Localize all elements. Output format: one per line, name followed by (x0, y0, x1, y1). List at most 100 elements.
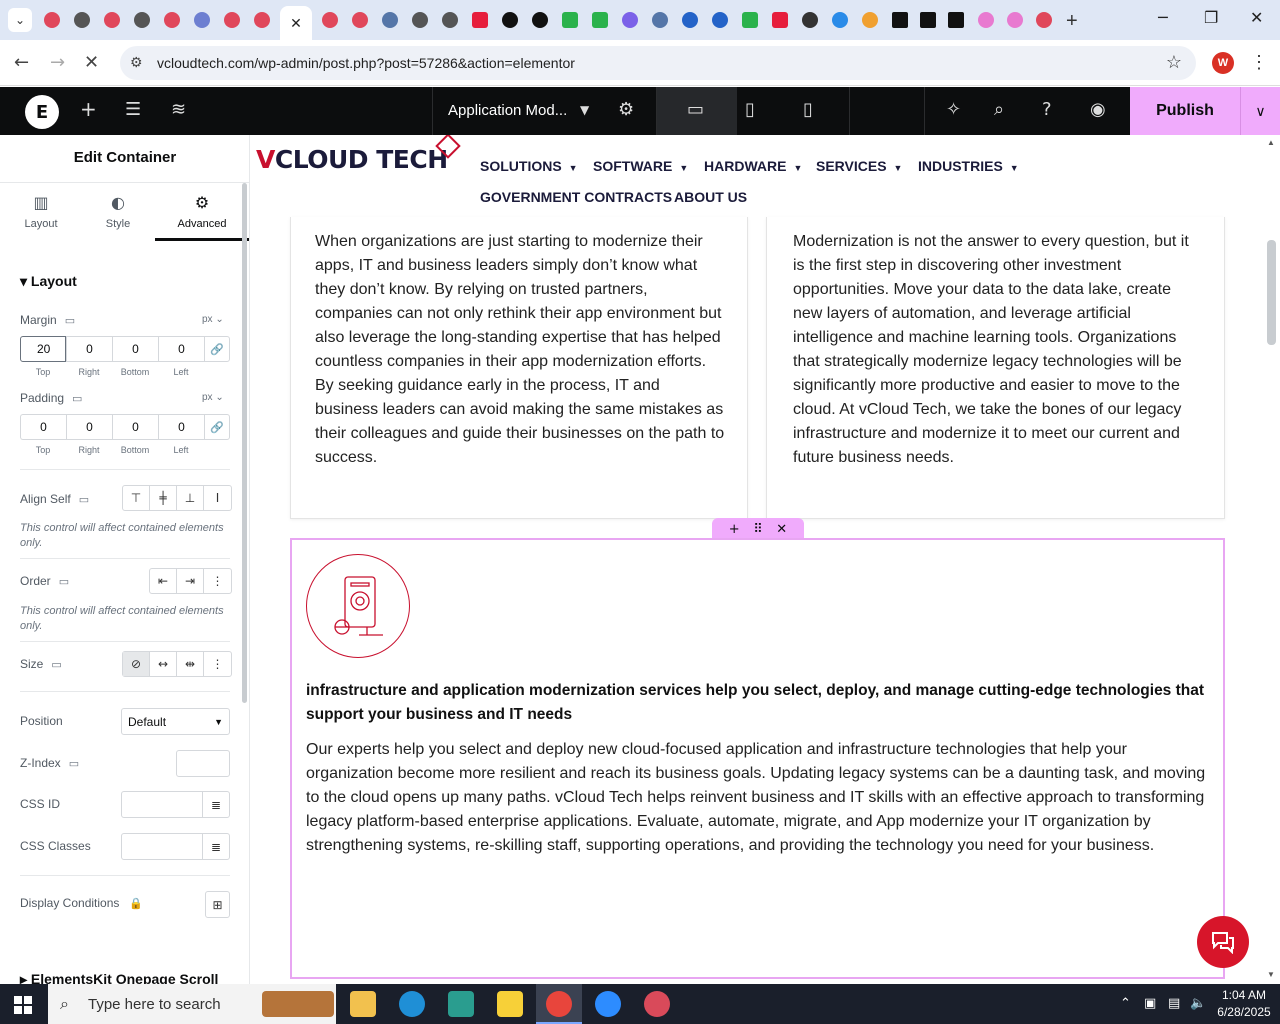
responsive-desktop-icon[interactable]: ▭ (65, 315, 75, 327)
margin-right-input[interactable]: 0 (66, 336, 112, 362)
section-elementskit-onepage-scroll[interactable]: ▸ ElementsKit Onepage Scroll (20, 971, 218, 984)
site-settings-icon[interactable]: ☰ (125, 99, 141, 120)
drag-handle-icon[interactable]: ⠿ (753, 522, 763, 537)
align-stretch-icon[interactable]: Ⅰ (204, 486, 231, 510)
browser-tab[interactable] (914, 6, 942, 34)
url-text[interactable]: vcloudtech.com/wp-admin/post.php?post=57… (157, 55, 575, 71)
new-tab-button[interactable]: + (1066, 10, 1078, 33)
order-end-icon[interactable]: ⇥ (177, 569, 204, 593)
display-conditions-icon[interactable]: ⊞ (205, 891, 230, 918)
size-none-icon[interactable]: ⊘ (123, 652, 150, 676)
edge-icon[interactable] (399, 991, 425, 1017)
align-center-icon[interactable]: ╪ (150, 486, 177, 510)
browser-tab[interactable] (586, 6, 614, 34)
browser-tab[interactable] (736, 6, 764, 34)
forward-arrow-icon[interactable]: → (50, 52, 65, 73)
margin-top-input[interactable]: 20 (20, 336, 66, 362)
publish-options-chevron-icon[interactable]: ∨ (1240, 87, 1280, 135)
scroll-up-icon[interactable]: ▲ (1267, 138, 1275, 147)
browser-tab[interactable] (676, 6, 704, 34)
section-layout-toggle[interactable]: ▾ Layout (20, 273, 77, 290)
address-bar[interactable]: ⚙ vcloudtech.com/wp-admin/post.php?post=… (120, 46, 1196, 80)
notifications-icon[interactable]: ✧ (946, 99, 961, 120)
windows-start-icon[interactable] (14, 996, 32, 1014)
browser-tab[interactable] (556, 6, 584, 34)
browser-tab[interactable] (406, 6, 434, 34)
menu-item-government-contracts[interactable]: GOVERNMENT CONTRACTS (480, 189, 672, 205)
padding-top-input[interactable]: 0 (20, 414, 66, 440)
order-start-icon[interactable]: ⇤ (150, 569, 177, 593)
add-element-icon[interactable]: + (80, 97, 97, 121)
menu-item-industries[interactable]: INDUSTRIES ▼ (918, 158, 1019, 174)
menu-item-hardware[interactable]: HARDWARE ▼ (704, 158, 802, 174)
margin-unit-select[interactable]: px ⌄ (202, 314, 224, 325)
delete-container-icon[interactable]: ✕ (776, 522, 787, 537)
position-select[interactable]: Default ▼ (121, 708, 230, 735)
browser-tab[interactable] (1030, 6, 1058, 34)
browser-menu-icon[interactable]: ⋮ (1250, 52, 1268, 73)
tab-style[interactable]: ◐ Style (79, 193, 157, 230)
margin-left-input[interactable]: 0 (158, 336, 204, 362)
zoom-icon[interactable] (595, 991, 621, 1017)
link-values-icon[interactable]: 🔗 (204, 414, 230, 440)
bookmark-star-icon[interactable]: ☆ (1166, 52, 1182, 73)
browser-tab[interactable] (158, 6, 186, 34)
site-info-icon[interactable]: ⚙ (130, 54, 143, 71)
browser-tab[interactable] (796, 6, 824, 34)
minimize-icon[interactable]: ─ (1158, 8, 1168, 27)
browser-tab[interactable] (188, 6, 216, 34)
add-container-icon[interactable]: + (729, 522, 740, 537)
browser-tab[interactable] (826, 6, 854, 34)
browser-tab[interactable] (436, 6, 464, 34)
profile-avatar[interactable]: W (1212, 52, 1234, 74)
browser-tab[interactable] (376, 6, 404, 34)
padding-bottom-input[interactable]: 0 (112, 414, 158, 440)
browser-tab[interactable] (526, 6, 554, 34)
tray-chevron-icon[interactable]: ⌃ (1120, 996, 1131, 1011)
chat-button[interactable] (1197, 916, 1249, 968)
tablet-icon[interactable]: ▯ (745, 99, 755, 120)
volume-icon[interactable]: 🔈 (1190, 996, 1206, 1011)
tab-advanced[interactable]: ⚙ Advanced (163, 193, 241, 230)
responsive-desktop-icon[interactable]: ▭ (72, 393, 82, 405)
canvas-scrollbar[interactable] (1267, 240, 1276, 345)
browser-tab[interactable] (346, 6, 374, 34)
browser-tab[interactable] (316, 6, 344, 34)
site-logo[interactable]: VCLOUD TECH (256, 145, 448, 174)
browser-tab[interactable] (248, 6, 276, 34)
browser-tab[interactable] (38, 6, 66, 34)
tab-close-icon[interactable]: ✕ (290, 15, 302, 32)
dynamic-tags-icon[interactable]: ≣ (202, 833, 230, 860)
network-icon[interactable]: ▤ (1168, 996, 1180, 1011)
size-grow-icon[interactable]: ↔ (150, 652, 177, 676)
document-title[interactable]: Application Mod... (448, 102, 567, 119)
zindex-input[interactable] (176, 750, 230, 777)
structure-layers-icon[interactable]: ≋ (171, 99, 186, 120)
search-icon[interactable]: ⌕ (994, 99, 1004, 120)
menu-item-about-us[interactable]: ABOUT US (674, 189, 747, 205)
responsive-desktop-icon[interactable]: ▭ (79, 494, 89, 506)
scroll-down-icon[interactable]: ▼ (1267, 970, 1275, 979)
window-close-icon[interactable]: ✕ (1250, 8, 1263, 27)
panel-scrollbar[interactable] (242, 183, 247, 703)
sticky-notes-icon[interactable] (497, 991, 523, 1017)
desktop-icon[interactable]: ▭ (687, 99, 704, 120)
responsive-desktop-icon[interactable]: ▭ (51, 659, 61, 671)
page-settings-icon[interactable]: ⚙ (618, 99, 634, 120)
responsive-desktop-icon[interactable]: ▭ (59, 576, 69, 588)
browser-tab[interactable] (766, 6, 794, 34)
browser-tab[interactable] (218, 6, 246, 34)
browser-tab[interactable] (706, 6, 734, 34)
padding-right-input[interactable]: 0 (66, 414, 112, 440)
responsive-desktop-icon[interactable]: ▭ (69, 758, 79, 770)
padding-left-input[interactable]: 0 (158, 414, 204, 440)
menu-item-software[interactable]: SOFTWARE ▼ (593, 158, 688, 174)
browser-tab[interactable] (128, 6, 156, 34)
browser-tab[interactable] (942, 6, 970, 34)
size-more-icon[interactable]: ⋮ (204, 652, 231, 676)
browser-tab[interactable] (98, 6, 126, 34)
browser-tab[interactable] (466, 6, 494, 34)
align-start-icon[interactable]: ⊤ (123, 486, 150, 510)
dynamic-tags-icon[interactable]: ≣ (202, 791, 230, 818)
back-arrow-icon[interactable]: ← (14, 52, 29, 73)
